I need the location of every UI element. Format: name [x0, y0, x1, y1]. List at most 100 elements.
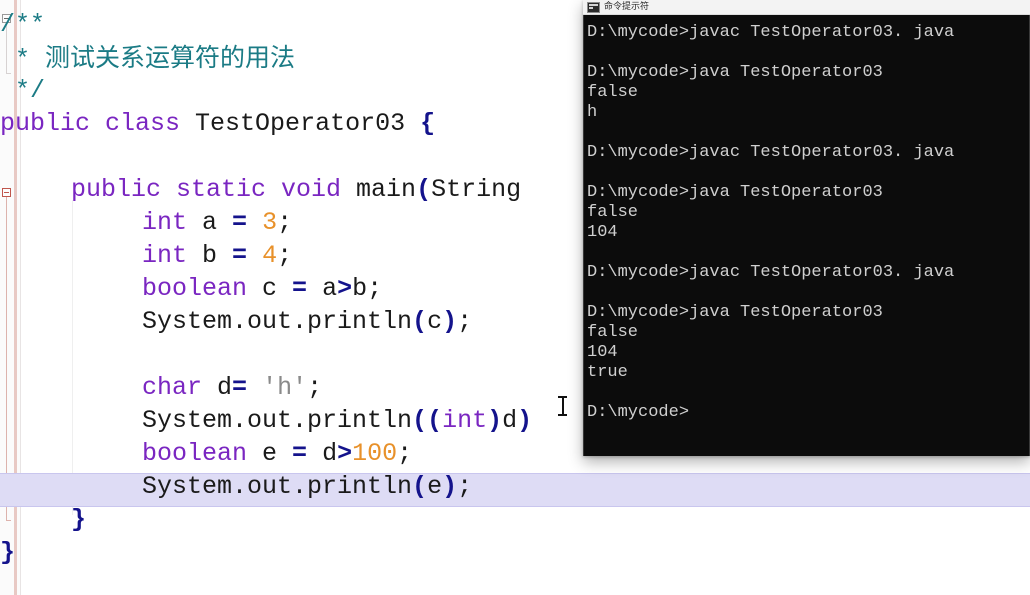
console-line: D:\mycode>java TestOperator03	[587, 183, 883, 202]
console-line: false	[587, 83, 639, 102]
code-token: 'h'	[262, 373, 308, 402]
console-line: 104	[587, 223, 618, 242]
code-token: */	[0, 76, 46, 105]
code-token: main	[356, 175, 417, 204]
code-token: b;	[352, 274, 383, 303]
code-token: public static void	[71, 175, 357, 204]
code-line-text: int a = 3;	[0, 208, 292, 237]
console-titlebar[interactable]: 命令提示符	[583, 0, 1030, 15]
code-token: >	[337, 274, 353, 303]
code-token: )	[487, 406, 503, 435]
code-token: 3	[262, 208, 278, 237]
code-token: d	[307, 439, 338, 468]
code-line-text: public class TestOperator03 {	[0, 109, 435, 138]
code-line-text: public static void main(String	[0, 175, 521, 204]
code-token: a	[307, 274, 338, 303]
code-token: ;	[457, 472, 473, 501]
code-line-text: }	[0, 538, 15, 567]
code-token: (	[412, 307, 428, 336]
code-line-text: int b = 4;	[0, 241, 292, 270]
code-line[interactable]: }	[0, 536, 1030, 569]
code-token: =	[232, 208, 248, 237]
code-token: 100	[352, 439, 398, 468]
code-token: c	[262, 274, 293, 303]
code-token: boolean	[142, 274, 263, 303]
console-line: true	[587, 363, 628, 382]
code-token: int	[442, 406, 488, 435]
code-line-text: boolean c = a>b;	[0, 274, 382, 303]
code-token: =	[292, 274, 308, 303]
code-line-text: /**	[0, 10, 45, 39]
code-token: 测试关系运算符的用法	[45, 43, 296, 72]
code-token: =	[232, 241, 248, 270]
code-token: ;	[277, 208, 293, 237]
code-token: (	[416, 175, 432, 204]
code-token: b	[202, 241, 233, 270]
code-line-text: }	[0, 505, 86, 534]
code-token: System.out.println	[142, 472, 413, 501]
code-token: int	[142, 208, 203, 237]
code-token: e	[262, 439, 293, 468]
code-line-text: boolean e = d>100;	[0, 439, 412, 468]
code-token: =	[232, 373, 248, 402]
code-line-text: * 测试关系运算符的用法	[0, 43, 296, 74]
code-token: public class	[0, 109, 196, 138]
console-line: h	[587, 103, 598, 122]
code-token: ;	[457, 307, 473, 336]
code-token: )	[442, 307, 458, 336]
code-line-text: */	[0, 76, 45, 105]
code-token: *	[0, 45, 46, 74]
console-line: D:\mycode>java TestOperator03	[587, 303, 883, 322]
code-line[interactable]: System.out.println(e);	[0, 470, 1030, 503]
console-output-area[interactable]: D:\mycode>javac TestOperator03. java D:\…	[583, 15, 1030, 456]
code-token: ;	[397, 439, 413, 468]
code-line-text: char d= 'h';	[0, 373, 322, 402]
command-prompt-icon	[587, 1, 600, 13]
code-token: ((	[412, 406, 443, 435]
screenshot-root: /** * 测试关系运算符的用法 */ public class TestOper…	[0, 0, 1030, 595]
code-token: boolean	[142, 439, 263, 468]
console-line: D:\mycode>javac TestOperator03. java	[587, 263, 955, 282]
code-token: d	[217, 373, 233, 402]
code-token: a	[202, 208, 233, 237]
console-line: D:\mycode>java TestOperator03	[587, 63, 883, 82]
code-token: TestOperator03	[195, 109, 421, 138]
console-title-text: 命令提示符	[604, 1, 650, 12]
code-token: e	[427, 472, 443, 501]
code-token: /**	[0, 10, 46, 39]
code-token: >	[337, 439, 353, 468]
code-token: }	[0, 538, 16, 567]
console-line: false	[587, 203, 639, 222]
code-token: d	[502, 406, 518, 435]
code-token: {	[420, 109, 436, 138]
code-line[interactable]: }	[0, 503, 1030, 536]
code-line-text: System.out.println(e);	[0, 472, 472, 501]
console-line: 104	[587, 343, 618, 362]
code-token: String	[431, 175, 522, 204]
console-line: false	[587, 323, 639, 342]
code-token: ;	[277, 241, 293, 270]
console-line: D:\mycode>javac TestOperator03. java	[587, 143, 955, 162]
code-token: =	[292, 439, 308, 468]
code-token: )	[442, 472, 458, 501]
code-token: c	[427, 307, 443, 336]
code-token: char	[142, 373, 218, 402]
command-prompt-window[interactable]: 命令提示符 D:\mycode>javac TestOperator03. ja…	[583, 0, 1030, 456]
code-token: System.out.println	[142, 406, 413, 435]
console-line: D:\mycode>javac TestOperator03. java	[587, 23, 955, 42]
code-token: int	[142, 241, 203, 270]
code-line-text: System.out.println((int)d)	[0, 406, 532, 435]
code-token: System.out.println	[142, 307, 413, 336]
console-line: D:\mycode>	[587, 403, 690, 422]
code-token: )	[517, 406, 533, 435]
code-token: ;	[307, 373, 323, 402]
